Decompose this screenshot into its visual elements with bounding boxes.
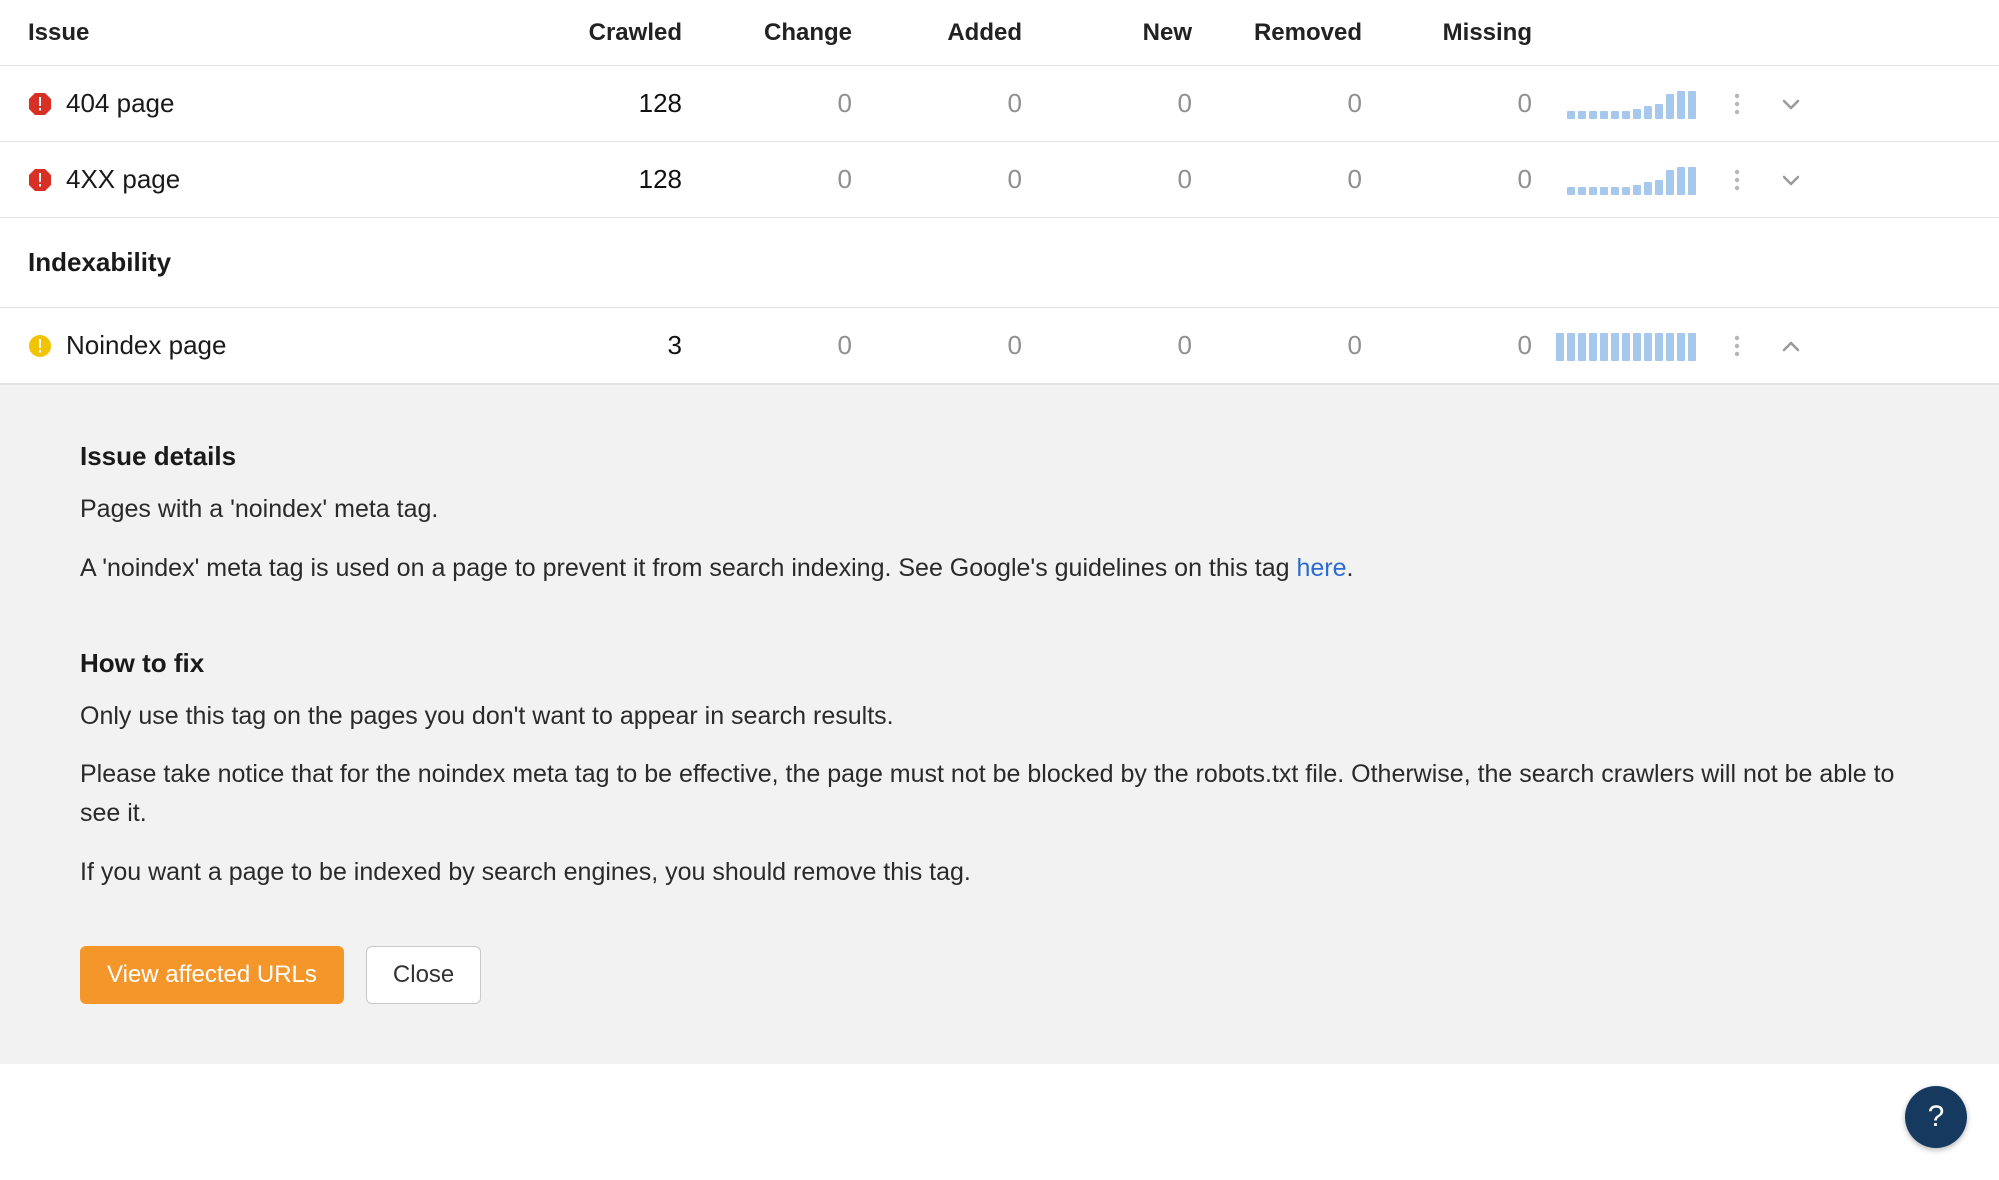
cell-added: 0 bbox=[860, 164, 1030, 195]
issue-details-desc2: A 'noindex' meta tag is used on a page t… bbox=[80, 549, 1919, 588]
view-affected-urls-button[interactable]: View affected URLs bbox=[80, 946, 344, 1004]
issue-label: 404 page bbox=[66, 88, 174, 119]
cell-new: 0 bbox=[1030, 330, 1200, 361]
issue-label: 4XX page bbox=[66, 164, 180, 195]
chevron-down-icon[interactable] bbox=[1780, 169, 1802, 191]
close-button[interactable]: Close bbox=[366, 946, 481, 1004]
chevron-down-icon[interactable] bbox=[1780, 93, 1802, 115]
chevron-up-icon[interactable] bbox=[1780, 335, 1802, 357]
howto-p2: Please take notice that for the noindex … bbox=[80, 755, 1919, 833]
col-header-new: New bbox=[1030, 19, 1200, 47]
error-icon bbox=[28, 92, 52, 116]
col-header-removed: Removed bbox=[1200, 19, 1370, 47]
howto-p1: Only use this tag on the pages you don't… bbox=[80, 697, 1919, 736]
cell-added: 0 bbox=[860, 88, 1030, 119]
cell-new: 0 bbox=[1030, 164, 1200, 195]
col-header-missing: Missing bbox=[1370, 19, 1540, 47]
howto-p3: If you want a page to be indexed by sear… bbox=[80, 853, 1919, 892]
col-header-change: Change bbox=[690, 19, 860, 47]
table-row[interactable]: 4XX page12800000 bbox=[0, 142, 1999, 218]
col-header-crawled: Crawled bbox=[520, 19, 690, 47]
issue-details-panel: Issue details Pages with a 'noindex' met… bbox=[0, 384, 1999, 1064]
issue-details-desc1: Pages with a 'noindex' meta tag. bbox=[80, 490, 1919, 529]
row-menu-icon[interactable] bbox=[1727, 333, 1747, 359]
cell-removed: 0 bbox=[1200, 164, 1370, 195]
row-menu-icon[interactable] bbox=[1727, 167, 1747, 193]
cell-new: 0 bbox=[1030, 88, 1200, 119]
cell-crawled: 3 bbox=[520, 330, 690, 361]
cell-missing: 0 bbox=[1370, 330, 1540, 361]
cell-change: 0 bbox=[690, 330, 860, 361]
table-row[interactable]: Noindex page300000 bbox=[0, 308, 1999, 384]
cell-missing: 0 bbox=[1370, 88, 1540, 119]
section-indexability: Indexability bbox=[0, 218, 1999, 308]
cell-removed: 0 bbox=[1200, 88, 1370, 119]
cell-change: 0 bbox=[690, 88, 860, 119]
sparkline bbox=[1556, 331, 1696, 361]
issue-details-heading: Issue details bbox=[80, 441, 1919, 472]
sparkline bbox=[1567, 165, 1696, 195]
cell-removed: 0 bbox=[1200, 330, 1370, 361]
howto-heading: How to fix bbox=[80, 648, 1919, 679]
cell-crawled: 128 bbox=[520, 164, 690, 195]
sparkline bbox=[1567, 89, 1696, 119]
table-header-row: Issue Crawled Change Added New Removed M… bbox=[0, 0, 1999, 66]
help-icon: ? bbox=[1928, 1100, 1945, 1134]
error-icon bbox=[28, 168, 52, 192]
guidelines-link[interactable]: here bbox=[1296, 554, 1346, 582]
section-label: Indexability bbox=[0, 247, 520, 278]
cell-added: 0 bbox=[860, 330, 1030, 361]
cell-missing: 0 bbox=[1370, 164, 1540, 195]
cell-crawled: 128 bbox=[520, 88, 690, 119]
table-row[interactable]: 404 page12800000 bbox=[0, 66, 1999, 142]
cell-change: 0 bbox=[690, 164, 860, 195]
issue-label: Noindex page bbox=[66, 330, 226, 361]
help-fab-button[interactable]: ? bbox=[1905, 1086, 1967, 1148]
row-menu-icon[interactable] bbox=[1727, 91, 1747, 117]
col-header-added: Added bbox=[860, 19, 1030, 47]
col-header-issue: Issue bbox=[0, 19, 520, 47]
warning-icon bbox=[28, 334, 52, 358]
